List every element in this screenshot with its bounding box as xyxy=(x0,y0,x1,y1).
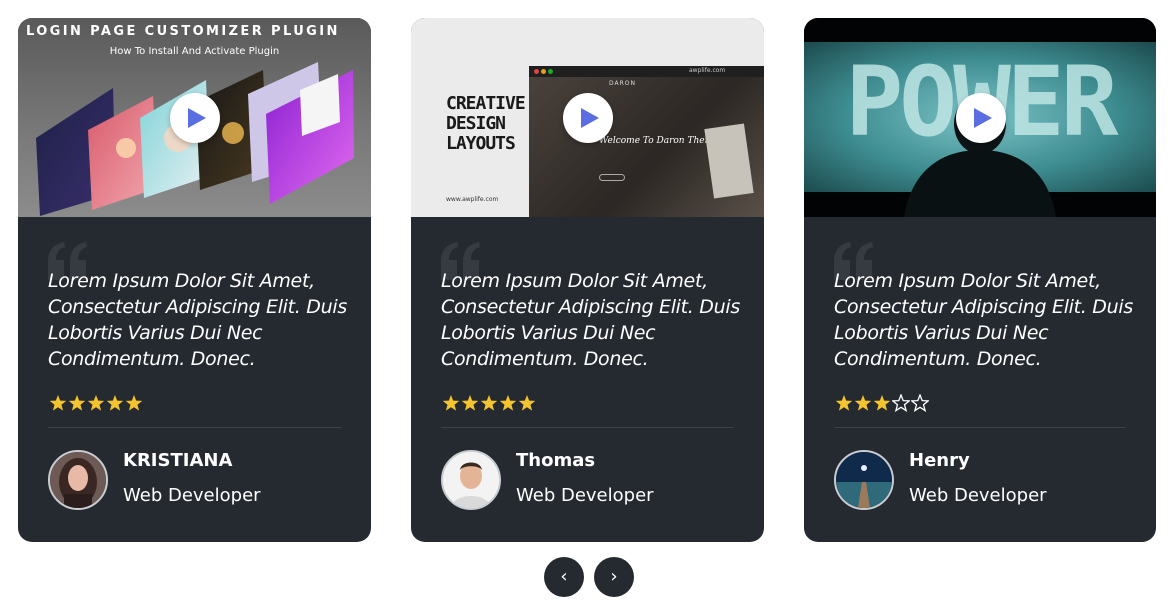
star-filled-icon xyxy=(68,395,86,411)
testimonial-card: POWER Lorem Ipsum Dolor Sit Amet, Consec… xyxy=(804,18,1156,542)
rating-stars xyxy=(835,394,929,414)
avatar xyxy=(441,450,501,510)
thumbnail-url: www.awplife.com xyxy=(446,196,499,203)
testimonial-quote: Lorem Ipsum Dolor Sit Amet, Consectetur … xyxy=(834,270,1133,370)
star-filled-icon xyxy=(835,395,853,411)
person-name: Thomas xyxy=(516,450,596,471)
video-thumbnail[interactable]: CREATIVE DESIGN LAYOUTS www.awplife.com … xyxy=(411,18,764,217)
person-role: Web Developer xyxy=(516,485,654,506)
star-filled-icon xyxy=(87,395,105,411)
star-filled-icon xyxy=(125,395,143,411)
video-thumbnail[interactable]: POWER xyxy=(804,18,1156,217)
star-filled-icon xyxy=(49,395,67,411)
play-icon xyxy=(188,108,206,128)
star-filled-icon xyxy=(854,395,872,411)
avatar xyxy=(48,450,108,510)
divider xyxy=(834,427,1126,428)
star-filled-icon xyxy=(461,395,479,411)
star-filled-icon xyxy=(518,395,536,411)
play-icon xyxy=(581,108,599,128)
star-filled-icon xyxy=(873,395,891,411)
play-button[interactable] xyxy=(170,93,220,143)
person-role: Web Developer xyxy=(909,485,1047,506)
theme-welcome: Welcome To Daron Theme xyxy=(599,136,719,146)
person-name: Henry xyxy=(909,450,970,471)
play-button[interactable] xyxy=(956,93,1006,143)
thumbnail-subtitle: How To Install And Activate Plugin xyxy=(109,46,280,57)
testimonial-card: CREATIVE DESIGN LAYOUTS www.awplife.com … xyxy=(411,18,764,542)
rating-stars xyxy=(442,394,536,414)
video-thumbnail[interactable]: LOGIN PAGE CUSTOMIZER PLUGIN How To Inst… xyxy=(18,18,371,217)
next-button[interactable]: › xyxy=(594,557,634,597)
thumbnail-title: LOGIN PAGE CUSTOMIZER PLUGIN xyxy=(26,24,340,39)
divider xyxy=(441,427,734,428)
star-filled-icon xyxy=(480,395,498,411)
avatar xyxy=(834,450,894,510)
divider xyxy=(48,427,341,428)
thumbnail-headline: CREATIVE DESIGN LAYOUTS xyxy=(446,93,526,154)
testimonial-quote: Lorem Ipsum Dolor Sit Amet, Consectetur … xyxy=(441,270,740,370)
browser-mockup: awplife.com DARON Welcome To Daron Theme xyxy=(529,66,764,217)
star-filled-icon xyxy=(442,395,460,411)
theme-brand: DARON xyxy=(609,80,636,87)
prev-button[interactable]: ‹ xyxy=(544,557,584,597)
testimonial-quote: Lorem Ipsum Dolor Sit Amet, Consectetur … xyxy=(48,270,347,370)
play-icon xyxy=(974,108,992,128)
rating-stars xyxy=(49,394,143,414)
person-name: KRISTIANA xyxy=(123,450,233,471)
play-button[interactable] xyxy=(563,93,613,143)
star-filled-icon xyxy=(106,395,124,411)
person-role: Web Developer xyxy=(123,485,261,506)
star-empty-icon xyxy=(911,394,929,412)
star-empty-icon xyxy=(892,394,910,412)
browser-url: awplife.com xyxy=(689,67,726,74)
star-filled-icon xyxy=(499,395,517,411)
testimonial-card: LOGIN PAGE CUSTOMIZER PLUGIN How To Inst… xyxy=(18,18,371,542)
